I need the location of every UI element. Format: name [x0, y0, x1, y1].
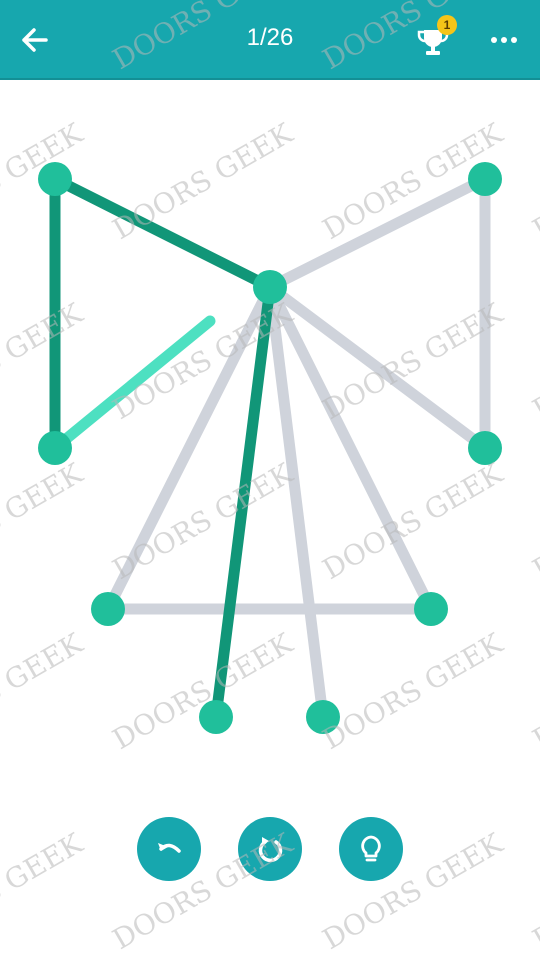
edge-done [49, 173, 276, 293]
undo-button[interactable] [137, 817, 201, 881]
more-dots-icon [491, 37, 517, 43]
restart-button[interactable] [238, 817, 302, 881]
node[interactable] [414, 592, 448, 626]
puzzle-board[interactable] [0, 82, 540, 782]
edge-pending [264, 281, 491, 454]
top-bar: 1/26 1 [0, 0, 540, 80]
trophy-count-badge: 1 [437, 15, 457, 35]
restart-icon [258, 837, 283, 863]
more-options-button[interactable] [484, 22, 524, 58]
hint-button[interactable] [339, 817, 403, 881]
node[interactable] [91, 592, 125, 626]
edge-pending [264, 173, 491, 293]
node[interactable] [468, 162, 502, 196]
lightbulb-icon [361, 835, 381, 862]
node[interactable] [38, 162, 72, 196]
watermark-text: DOORS GEEK [527, 826, 540, 956]
watermark-text: DOORS GEEK [0, 826, 89, 956]
active-drag-line [49, 315, 216, 454]
node[interactable] [306, 700, 340, 734]
node[interactable] [38, 431, 72, 465]
node[interactable] [199, 700, 233, 734]
undo-icon [158, 843, 181, 853]
node[interactable] [253, 270, 287, 304]
level-indicator: 1/26 [246, 24, 294, 51]
node[interactable] [468, 431, 502, 465]
